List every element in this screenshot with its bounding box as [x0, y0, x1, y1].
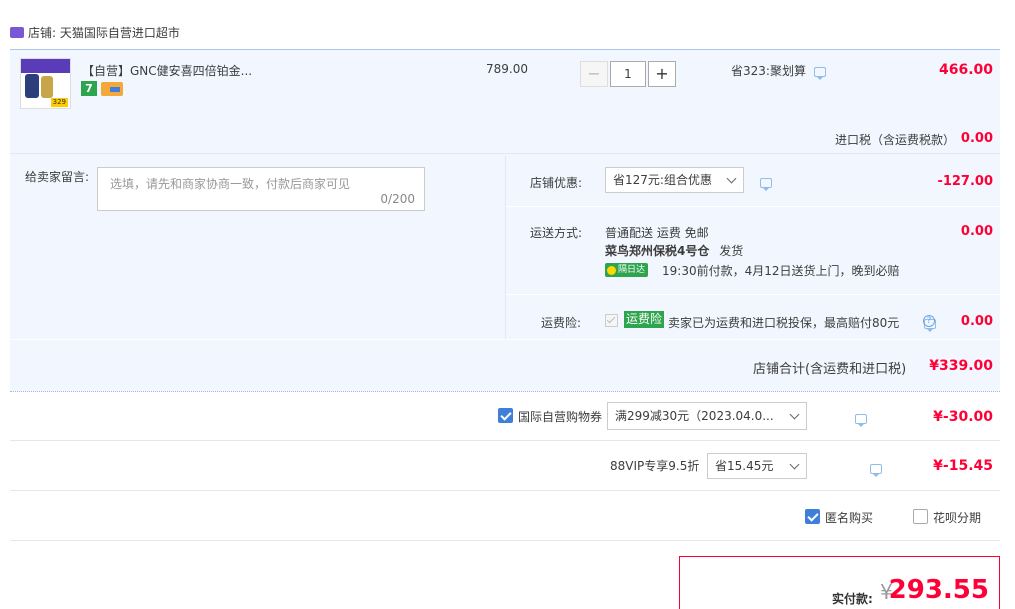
coupon-selected: 满299减30元（2023.04.0...	[615, 409, 774, 423]
shop-discount-select[interactable]: 省127元:组合优惠	[605, 167, 744, 193]
coupon-value: ¥-30.00	[933, 409, 993, 425]
shop-total-value: ¥339.00	[929, 358, 993, 374]
huabei-checkbox[interactable]	[913, 509, 928, 524]
quantity-increase-button[interactable]: +	[648, 61, 676, 87]
vip-select[interactable]: 省15.45元	[707, 453, 807, 479]
details-row-divider	[506, 206, 1000, 207]
seller-message-placeholder: 选填，请先和商家协商一致，付款后商家可见	[110, 177, 351, 191]
shop-discount-label: 店铺优惠:	[530, 176, 583, 190]
shipping-origin: 菜鸟郑州保税4号仓 发货	[605, 242, 743, 259]
row-divider	[10, 490, 1000, 491]
product-title[interactable]: 【自营】GNC健安喜四倍铂金...	[82, 62, 252, 79]
card-pay-icon	[101, 82, 123, 96]
item-subtotal: 466.00	[938, 62, 993, 78]
shipping-label: 运送方式:	[530, 226, 583, 240]
insurance-help-icon[interactable]: ?	[923, 315, 935, 327]
shop-discount-selected: 省127元:组合优惠	[613, 173, 712, 187]
delivery-note: 19:30前付款，4月12日送货上门，晚到必赔	[662, 264, 900, 278]
chevron-down-icon	[726, 173, 737, 184]
insurance-checkbox[interactable]	[605, 314, 618, 327]
insurance-text: 卖家已为运费和进口税投保，最高赔付80元	[668, 316, 900, 330]
row-divider	[10, 540, 1000, 541]
vip-value: ¥-15.45	[933, 458, 993, 474]
vip-info-icon[interactable]	[870, 463, 883, 477]
coupon-info-icon[interactable]	[854, 413, 867, 427]
unit-price: 789.00	[486, 62, 528, 76]
next-day-badge-text: 隔日达	[618, 265, 646, 275]
huabei-label[interactable]: 花呗分期	[933, 509, 981, 526]
insurance-value: 0.00	[960, 314, 993, 329]
import-tax-value: 0.00	[960, 131, 993, 146]
details-row-divider	[506, 294, 1000, 295]
insurance-badge: 运费险	[624, 311, 665, 328]
next-day-badge: 隔日达	[605, 263, 649, 277]
check-icon	[606, 314, 616, 324]
shop-header: 店铺: 天猫国际自营进口超市	[10, 24, 180, 40]
shop-icon	[10, 27, 24, 38]
lightning-icon	[607, 265, 616, 275]
vip-label: 88VIP专享9.5折	[610, 459, 700, 473]
coupon-checkbox[interactable]	[498, 408, 513, 423]
seller-message-label: 给卖家留言:	[25, 170, 90, 184]
import-tax-label: 进口税（含运费税款）	[835, 133, 956, 147]
promo-info-icon[interactable]	[813, 66, 826, 80]
promo-text: 省323:聚划算	[731, 64, 806, 78]
thumb-bottle-icon	[25, 74, 39, 98]
chevron-down-icon	[789, 409, 800, 420]
shop-total-label: 店铺合计(含运费和进口税)	[753, 362, 907, 377]
thumb-price-badge: 329	[50, 98, 68, 107]
shop-total-divider	[10, 339, 1000, 340]
shop-discount-info-icon[interactable]	[760, 177, 772, 191]
shipping-ship-word: 发货	[719, 244, 744, 258]
item-promo: 省323:聚划算	[731, 62, 826, 80]
thumb-banner	[21, 59, 70, 73]
chevron-down-icon	[789, 459, 800, 470]
quantity-input[interactable]: 1	[610, 61, 646, 87]
shipping-value: 0.00	[960, 224, 993, 239]
vip-selected: 省15.45元	[715, 459, 774, 473]
seller-message-counter: 0/200	[380, 192, 415, 206]
insurance-label: 运费险:	[541, 316, 582, 330]
details-column-divider	[505, 156, 506, 339]
shipping-warehouse: 菜鸟郑州保税4号仓	[605, 244, 710, 258]
row-divider	[10, 440, 1000, 441]
product-thumbnail[interactable]: 329	[20, 58, 71, 109]
shop-name[interactable]: 店铺: 天猫国际自营进口超市	[28, 26, 180, 40]
thumb-bottle-icon	[41, 76, 53, 98]
coupon-select[interactable]: 满299减30元（2023.04.0...	[607, 402, 807, 430]
shop-discount-value: -127.00	[937, 174, 993, 189]
coupon-label: 国际自营购物券	[518, 410, 603, 424]
payment-box: 实付款: ¥ 293.55	[679, 556, 1000, 609]
quantity-decrease-button[interactable]: −	[580, 61, 608, 87]
seven-day-return-icon: 7	[81, 81, 97, 96]
anonymous-label[interactable]: 匿名购买	[825, 509, 873, 526]
anonymous-checkbox[interactable]	[805, 509, 820, 524]
seller-message-input[interactable]: 选填，请先和商家协商一致，付款后商家可见 0/200	[97, 167, 425, 211]
payment-label: 实付款:	[832, 592, 873, 606]
shipping-method: 普通配送 运费 免邮	[605, 226, 709, 240]
payment-amount: 293.55	[888, 575, 989, 605]
